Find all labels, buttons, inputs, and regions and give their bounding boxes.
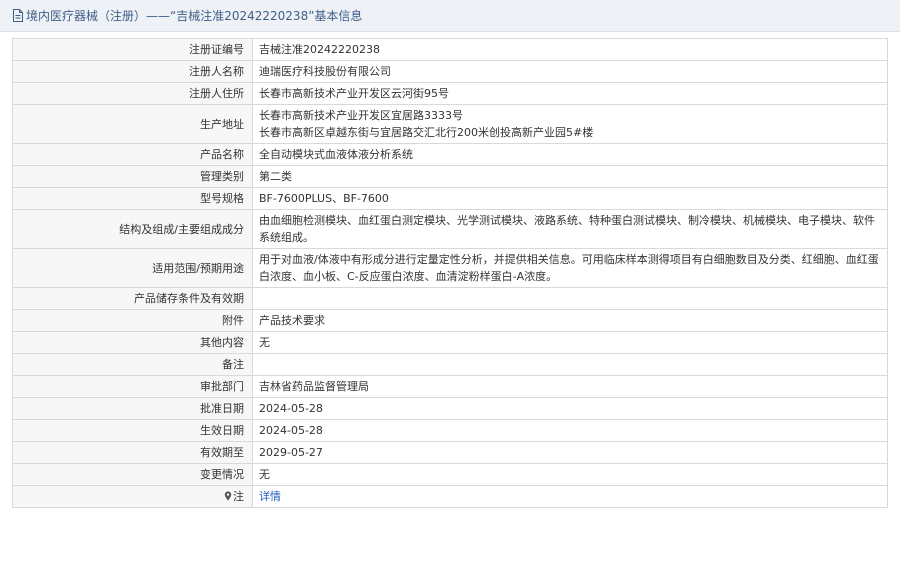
row-label: 型号规格 xyxy=(12,187,253,210)
row-value: 详情 xyxy=(252,485,888,508)
table-row: 管理类别 第二类 xyxy=(12,165,888,188)
table-row: 结构及组成/主要组成成分 由血细胞检测模块、血红蛋白测定模块、光学测试模块、液路… xyxy=(12,209,888,249)
table-row: 附件 产品技术要求 xyxy=(12,309,888,332)
row-value: 吉林省药品监督管理局 xyxy=(252,375,888,398)
page-title: 境内医疗器械（注册）——“吉械注准20242220238”基本信息 xyxy=(26,9,363,23)
production-address-line: 长春市高新区卓越东街与宜居路交汇北行200米创投高新产业园5#楼 xyxy=(259,126,594,139)
row-label: 注册证编号 xyxy=(12,38,253,61)
table-row: 审批部门 吉林省药品监督管理局 xyxy=(12,375,888,398)
row-label: 注册人住所 xyxy=(12,82,253,105)
row-value: 第二类 xyxy=(252,165,888,188)
note-label-text: 注 xyxy=(233,490,244,503)
info-table: 注册证编号 吉械注准20242220238 注册人名称 迪瑞医疗科技股份有限公司… xyxy=(12,38,888,508)
row-label: 注册人名称 xyxy=(12,60,253,83)
pin-icon xyxy=(224,489,232,501)
row-label: 结构及组成/主要组成成分 xyxy=(12,209,253,249)
table-row: 产品储存条件及有效期 xyxy=(12,287,888,310)
row-value: 产品技术要求 xyxy=(252,309,888,332)
row-label: 产品名称 xyxy=(12,143,253,166)
page-header: 境内医疗器械（注册）——“吉械注准20242220238”基本信息 xyxy=(0,0,900,32)
row-value: 长春市高新技术产业开发区宜居路3333号 长春市高新区卓越东街与宜居路交汇北行2… xyxy=(252,104,888,144)
row-value: 由血细胞检测模块、血红蛋白测定模块、光学测试模块、液路系统、特种蛋白测试模块、制… xyxy=(252,209,888,249)
row-label: 适用范围/预期用途 xyxy=(12,248,253,288)
table-row: 批准日期 2024-05-28 xyxy=(12,397,888,420)
row-label: 生效日期 xyxy=(12,419,253,442)
row-label: 注 xyxy=(12,485,253,508)
row-value: 2024-05-28 xyxy=(252,397,888,420)
row-value xyxy=(252,353,888,376)
row-value: 2024-05-28 xyxy=(252,419,888,442)
row-label: 审批部门 xyxy=(12,375,253,398)
row-label: 附件 xyxy=(12,309,253,332)
row-label: 有效期至 xyxy=(12,441,253,464)
row-label: 产品储存条件及有效期 xyxy=(12,287,253,310)
table-row: 其他内容 无 xyxy=(12,331,888,354)
table-row: 变更情况 无 xyxy=(12,463,888,486)
row-label: 生产地址 xyxy=(12,104,253,144)
table-row: 注册证编号 吉械注准20242220238 xyxy=(12,38,888,61)
row-label: 其他内容 xyxy=(12,331,253,354)
table-row: 注册人名称 迪瑞医疗科技股份有限公司 xyxy=(12,60,888,83)
row-label: 变更情况 xyxy=(12,463,253,486)
row-value: 全自动模块式血液体液分析系统 xyxy=(252,143,888,166)
row-value: 无 xyxy=(252,463,888,486)
row-value xyxy=(252,287,888,310)
table-row: 产品名称 全自动模块式血液体液分析系统 xyxy=(12,143,888,166)
row-label: 管理类别 xyxy=(12,165,253,188)
document-icon xyxy=(12,9,24,22)
row-label: 批准日期 xyxy=(12,397,253,420)
row-value: 迪瑞医疗科技股份有限公司 xyxy=(252,60,888,83)
row-value: BF-7600PLUS、BF-7600 xyxy=(252,187,888,210)
table-row: 注册人住所 长春市高新技术产业开发区云河街95号 xyxy=(12,82,888,105)
row-value: 用于对血液/体液中有形成分进行定量定性分析，并提供相关信息。可用临床样本测得项目… xyxy=(252,248,888,288)
table-row: 注 详情 xyxy=(12,485,888,508)
row-value: 无 xyxy=(252,331,888,354)
table-row: 适用范围/预期用途 用于对血液/体液中有形成分进行定量定性分析，并提供相关信息。… xyxy=(12,248,888,288)
table-row: 型号规格 BF-7600PLUS、BF-7600 xyxy=(12,187,888,210)
row-value: 长春市高新技术产业开发区云河街95号 xyxy=(252,82,888,105)
row-value: 吉械注准20242220238 xyxy=(252,38,888,61)
row-label: 备注 xyxy=(12,353,253,376)
info-table-container: 注册证编号 吉械注准20242220238 注册人名称 迪瑞医疗科技股份有限公司… xyxy=(12,38,888,508)
details-link[interactable]: 详情 xyxy=(259,490,281,503)
table-row: 有效期至 2029-05-27 xyxy=(12,441,888,464)
production-address-line: 长春市高新技术产业开发区宜居路3333号 xyxy=(259,109,463,122)
table-row: 生效日期 2024-05-28 xyxy=(12,419,888,442)
table-row: 备注 xyxy=(12,353,888,376)
row-value: 2029-05-27 xyxy=(252,441,888,464)
table-row: 生产地址 长春市高新技术产业开发区宜居路3333号 长春市高新区卓越东街与宜居路… xyxy=(12,104,888,144)
